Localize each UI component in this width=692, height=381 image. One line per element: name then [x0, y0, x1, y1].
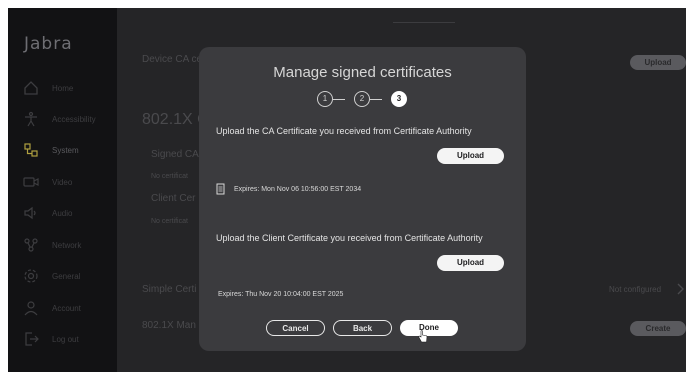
- sidebar-item-label: General: [52, 271, 81, 281]
- sidebar-item-home[interactable]: Home: [22, 77, 114, 99]
- ca-instruction: Upload the CA Certificate you received f…: [216, 126, 472, 136]
- sidebar-item-video[interactable]: Video: [22, 171, 114, 193]
- sidebar-item-audio[interactable]: Audio: [22, 202, 114, 224]
- back-button[interactable]: Back: [333, 320, 392, 336]
- device-ca-label: Device CA ce: [142, 54, 203, 65]
- sidebar: Jabra Home Accessibility System Video Au…: [8, 8, 117, 372]
- sidebar-item-system[interactable]: System: [22, 139, 114, 161]
- simple-cert-label: Simple Certi: [142, 284, 197, 295]
- client-expiry-row: Expires: Thu Nov 20 10:04:00 EST 2025: [218, 291, 343, 298]
- client-instruction: Upload the Client Certificate you receiv…: [216, 233, 483, 243]
- home-icon: [22, 79, 40, 97]
- hand-cursor-icon: [418, 330, 428, 343]
- step-connector: [370, 99, 382, 100]
- manage-certificates-dialog: Manage signed certificates 1 2 3 Upload …: [199, 47, 526, 351]
- client-upload-button[interactable]: Upload: [437, 255, 504, 271]
- client-cert-label: Client Cer: [151, 193, 196, 204]
- step-3: 3: [391, 91, 407, 107]
- manager-label: 802.1X Man: [142, 320, 196, 331]
- ca-upload-button[interactable]: Upload: [437, 148, 504, 164]
- audio-icon: [22, 204, 40, 222]
- ca-expiry-text: Expires: Mon Nov 06 10:56:00 EST 2034: [234, 185, 362, 193]
- sidebar-item-logout[interactable]: Log out: [22, 328, 114, 350]
- client-cert-status: No certificat: [151, 218, 188, 225]
- system-icon: [22, 141, 40, 159]
- gear-icon: [22, 267, 40, 285]
- logout-icon: [22, 330, 40, 348]
- ca-expiry-row: Expires: Mon Nov 06 10:56:00 EST 2034: [216, 183, 361, 195]
- dialog-title: Manage signed certificates: [273, 64, 452, 81]
- not-configured-status: Not configured: [609, 285, 662, 294]
- device-ca-upload-button[interactable]: Upload: [630, 55, 686, 70]
- step-indicator: 1 2 3: [317, 91, 407, 107]
- sidebar-item-network[interactable]: Network: [22, 234, 114, 256]
- sidebar-item-label: Accessibility: [52, 114, 96, 124]
- client-expiry-text: Expires: Thu Nov 20 10:04:00 EST 2025: [218, 291, 344, 298]
- video-icon: [22, 173, 40, 191]
- step-2: 2: [354, 91, 370, 107]
- sidebar-item-label: Log out: [52, 334, 79, 344]
- step-1: 1: [317, 91, 333, 107]
- step-connector: [333, 99, 345, 100]
- account-icon: [22, 299, 40, 317]
- done-button[interactable]: Done: [400, 320, 458, 336]
- sidebar-item-label: System: [52, 145, 79, 155]
- chevron-right-icon[interactable]: [677, 283, 685, 295]
- certificate-file-icon: [216, 183, 225, 195]
- accessibility-icon: [22, 110, 40, 128]
- sidebar-item-general[interactable]: General: [22, 265, 114, 287]
- sidebar-item-label: Account: [52, 303, 81, 313]
- sidebar-item-label: Home: [52, 83, 74, 93]
- sidebar-item-accessibility[interactable]: Accessibility: [22, 108, 114, 130]
- divider: [393, 22, 455, 23]
- signed-ca-label: Signed CA: [151, 149, 199, 160]
- app-window: Jabra Home Accessibility System Video Au…: [8, 8, 686, 372]
- jabra-logo: Jabra: [24, 34, 73, 54]
- sidebar-item-label: Audio: [52, 208, 73, 218]
- sidebar-item-label: Video: [52, 177, 73, 187]
- sidebar-item-label: Network: [52, 240, 82, 250]
- network-icon: [22, 236, 40, 254]
- cancel-button[interactable]: Cancel: [266, 320, 325, 336]
- create-button[interactable]: Create: [630, 321, 686, 336]
- sidebar-item-account[interactable]: Account: [22, 297, 114, 319]
- signed-ca-status: No certificat: [151, 173, 188, 180]
